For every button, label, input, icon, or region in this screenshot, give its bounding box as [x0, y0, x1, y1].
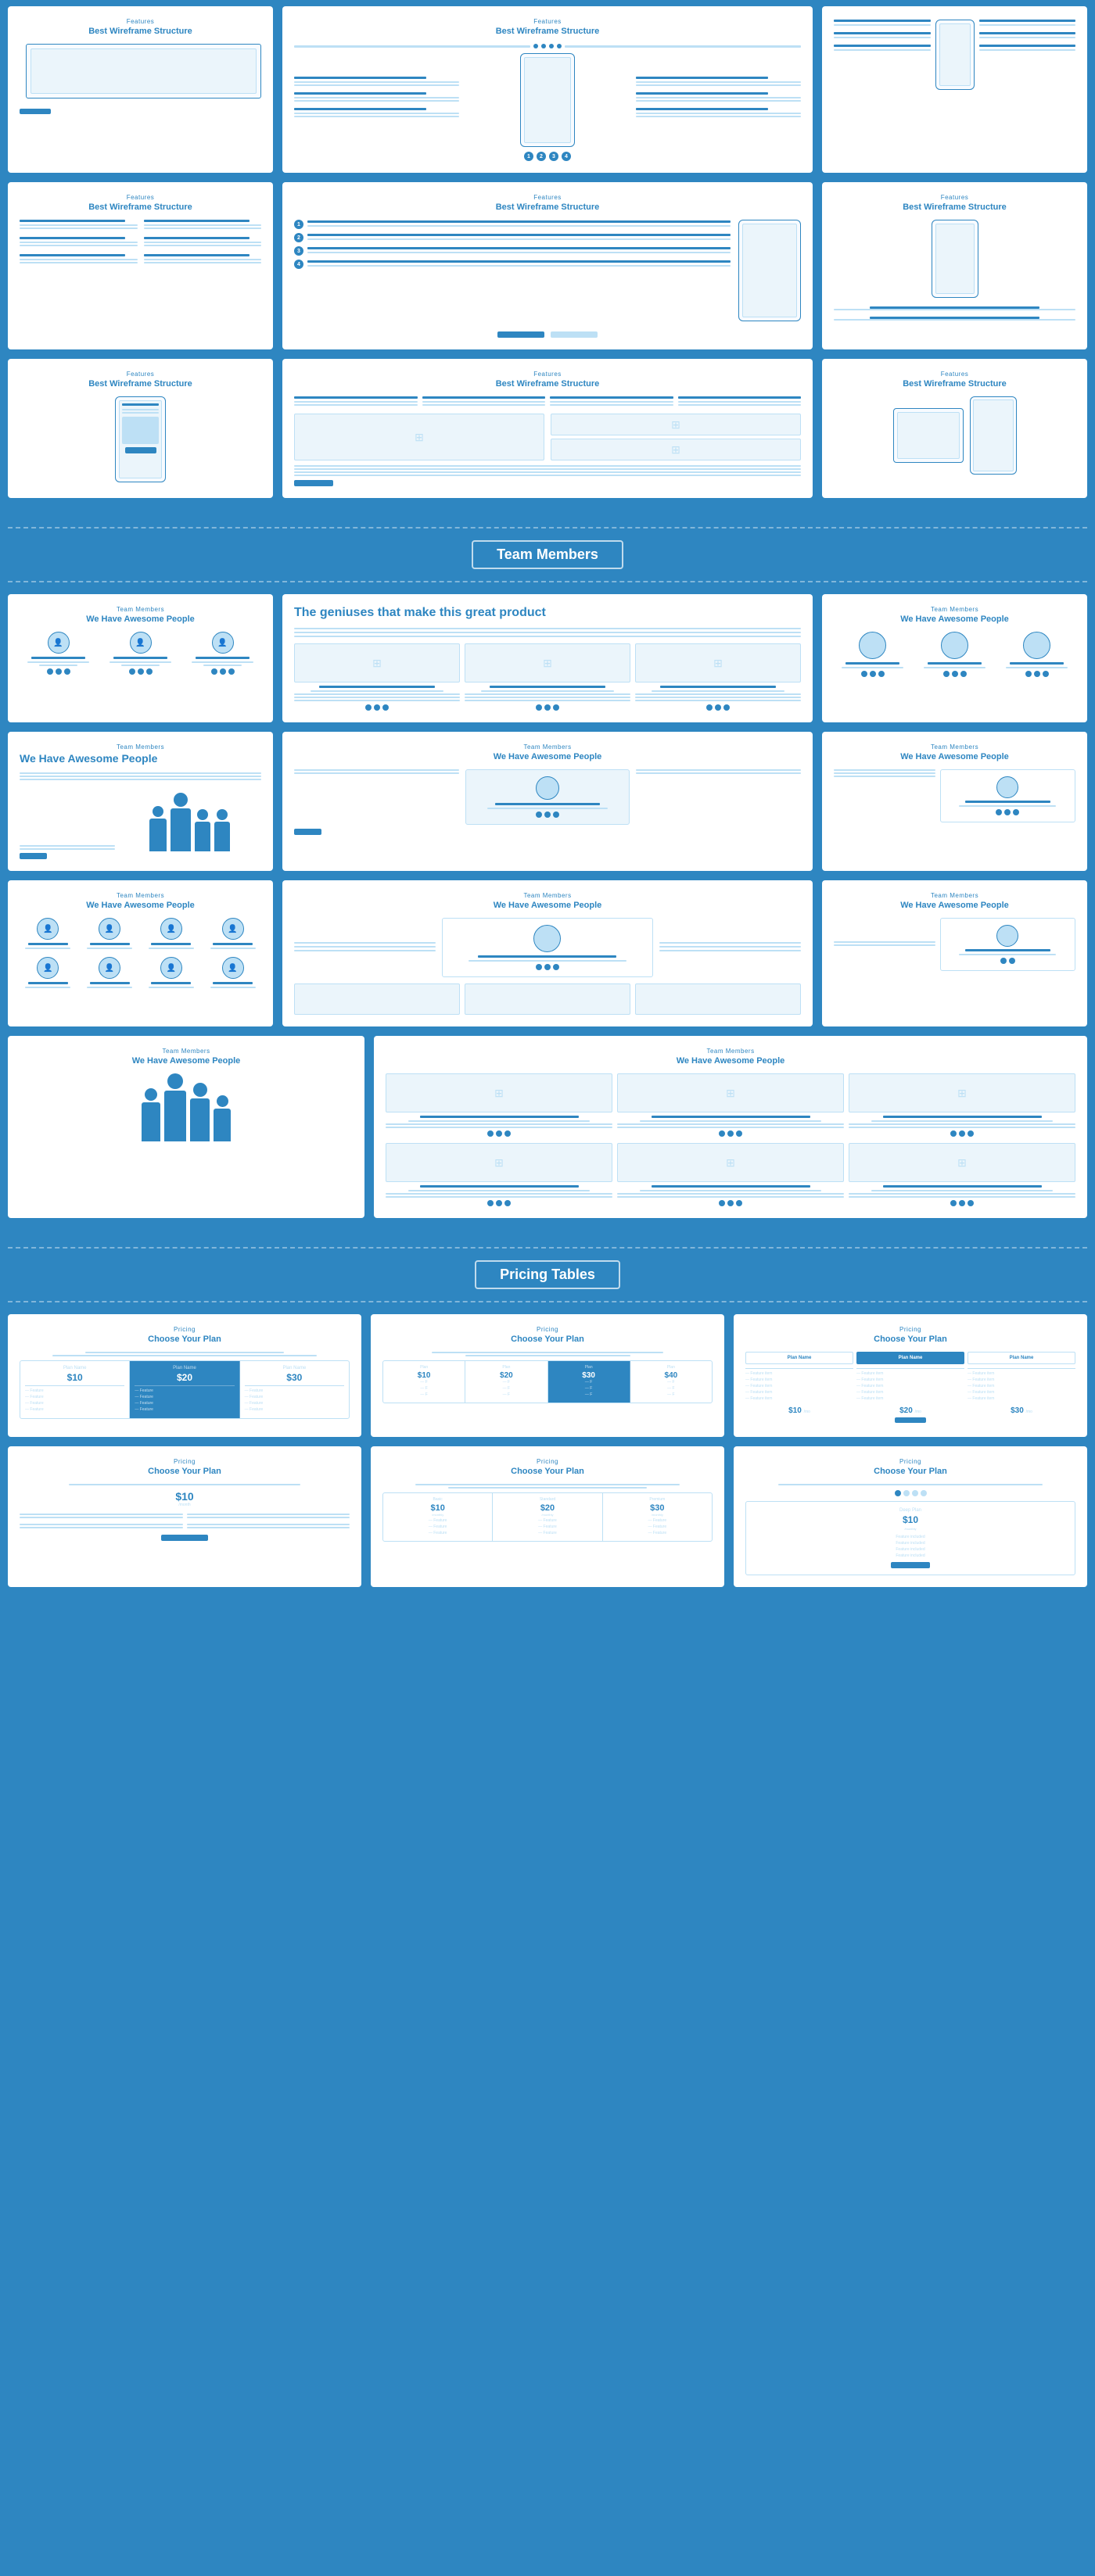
team-card-7: Team Members We Have Awesome People: [8, 880, 273, 1026]
feature-card-5: Features Best Wireframe Structure 1 2: [282, 182, 813, 349]
feature-card-2: Features Best Wireframe Structure: [282, 6, 813, 173]
team-row-2: Team Members We Have Awesome People: [8, 732, 1087, 871]
pricing-card-4: Pricing Choose Your Plan $10 /month: [8, 1446, 361, 1587]
card-title: Best Wireframe Structure: [20, 27, 261, 36]
featured-member-card: [442, 918, 654, 977]
featured-member-card-2: [940, 918, 1075, 971]
team-member: [204, 957, 261, 990]
team-member: [20, 957, 77, 990]
pricing-separator: Pricing Tables: [8, 1227, 1087, 1314]
feature-card-7: Features Best Wireframe Structure: [8, 359, 273, 498]
team-member-detailed: [386, 1073, 612, 1137]
team-member: [143, 957, 200, 990]
team-member-bio: [465, 643, 630, 711]
team-member-bio: [294, 643, 460, 711]
team-card-8: Team Members We Have Awesome People: [282, 880, 813, 1026]
team-member-detailed: [849, 1143, 1075, 1206]
pricing-card-3: Pricing Choose Your Plan Plan Name Plan …: [734, 1314, 1087, 1437]
pricing-card-1: Pricing Choose Your Plan Plan Name $10 —…: [8, 1314, 361, 1437]
team-row-1: Team Members We Have Awesome People: [8, 594, 1087, 722]
team-card-2: The geniuses that make this great produc…: [282, 594, 813, 722]
team-member-detailed: [386, 1143, 612, 1206]
featured-member-card: [940, 769, 1075, 822]
feature-card-3: [822, 6, 1087, 173]
main-container: Features Best Wireframe Structure: [0, 0, 1095, 1626]
team-card-3: Team Members We Have Awesome People: [822, 594, 1087, 722]
pricing-card-5: Pricing Choose Your Plan Basic $10 /mont…: [371, 1446, 724, 1587]
team-member-card: [636, 769, 801, 825]
feature-card-4: Features Best Wireframe Structure: [8, 182, 273, 349]
team-members-separator: Team Members: [8, 507, 1087, 594]
features-row-3: Features Best Wireframe Structure Featur…: [8, 359, 1087, 498]
team-member: [81, 957, 138, 990]
team-member: [81, 918, 138, 951]
team-card-5: Team Members We Have Awesome People: [282, 732, 813, 871]
card-label: Features: [294, 18, 801, 25]
team-card-4: Team Members We Have Awesome People: [8, 732, 273, 871]
team-row-3: Team Members We Have Awesome People: [8, 880, 1087, 1026]
card-title: Best Wireframe Structure: [294, 27, 801, 36]
pricing-badge: Pricing Tables: [475, 1260, 620, 1289]
team-card-10: Team Members We Have Awesome People: [8, 1036, 364, 1218]
team-member-detailed: [617, 1143, 844, 1206]
team-member: [184, 632, 261, 675]
team-card-11: Team Members We Have Awesome People: [374, 1036, 1087, 1218]
pricing-card-2: Pricing Choose Your Plan Plan $10 — F — …: [371, 1314, 724, 1437]
team-member: [916, 632, 993, 677]
team-member-detailed: [617, 1073, 844, 1137]
feature-card-1: Features Best Wireframe Structure: [8, 6, 273, 173]
team-members-badge: Team Members: [472, 540, 623, 569]
team-member: [143, 918, 200, 951]
team-card-6: Team Members We Have Awesome People: [822, 732, 1087, 871]
team-member-card-featured: [465, 769, 630, 825]
team-row-4: Team Members We Have Awesome People: [8, 1036, 1087, 1218]
team-card-1: Team Members We Have Awesome People: [8, 594, 273, 722]
team-member-detailed: [849, 1073, 1075, 1137]
features-row-1: Features Best Wireframe Structure: [8, 6, 1087, 173]
pricing-card-6: Pricing Choose Your Plan Deep Plan $10 /…: [734, 1446, 1087, 1587]
team-card-9: Team Members We Have Awesome People: [822, 880, 1087, 1026]
team-member: [834, 632, 911, 677]
features-row-2: Features Best Wireframe Structure: [8, 182, 1087, 349]
pricing-row-1: Pricing Choose Your Plan Plan Name $10 —…: [8, 1314, 1087, 1437]
team-member: [102, 632, 179, 675]
feature-card-9: Features Best Wireframe Structure: [822, 359, 1087, 498]
team-member: [204, 918, 261, 951]
team-member-card: [294, 769, 459, 825]
team-member: [20, 918, 77, 951]
team-member: [998, 632, 1075, 677]
card-label: Features: [20, 18, 261, 25]
feature-card-8: Features Best Wireframe Structure: [282, 359, 813, 498]
team-member: [20, 632, 97, 675]
feature-card-6: Features Best Wireframe Structure: [822, 182, 1087, 349]
pricing-row-2: Pricing Choose Your Plan $10 /month: [8, 1446, 1087, 1587]
team-member-bio: [635, 643, 801, 711]
